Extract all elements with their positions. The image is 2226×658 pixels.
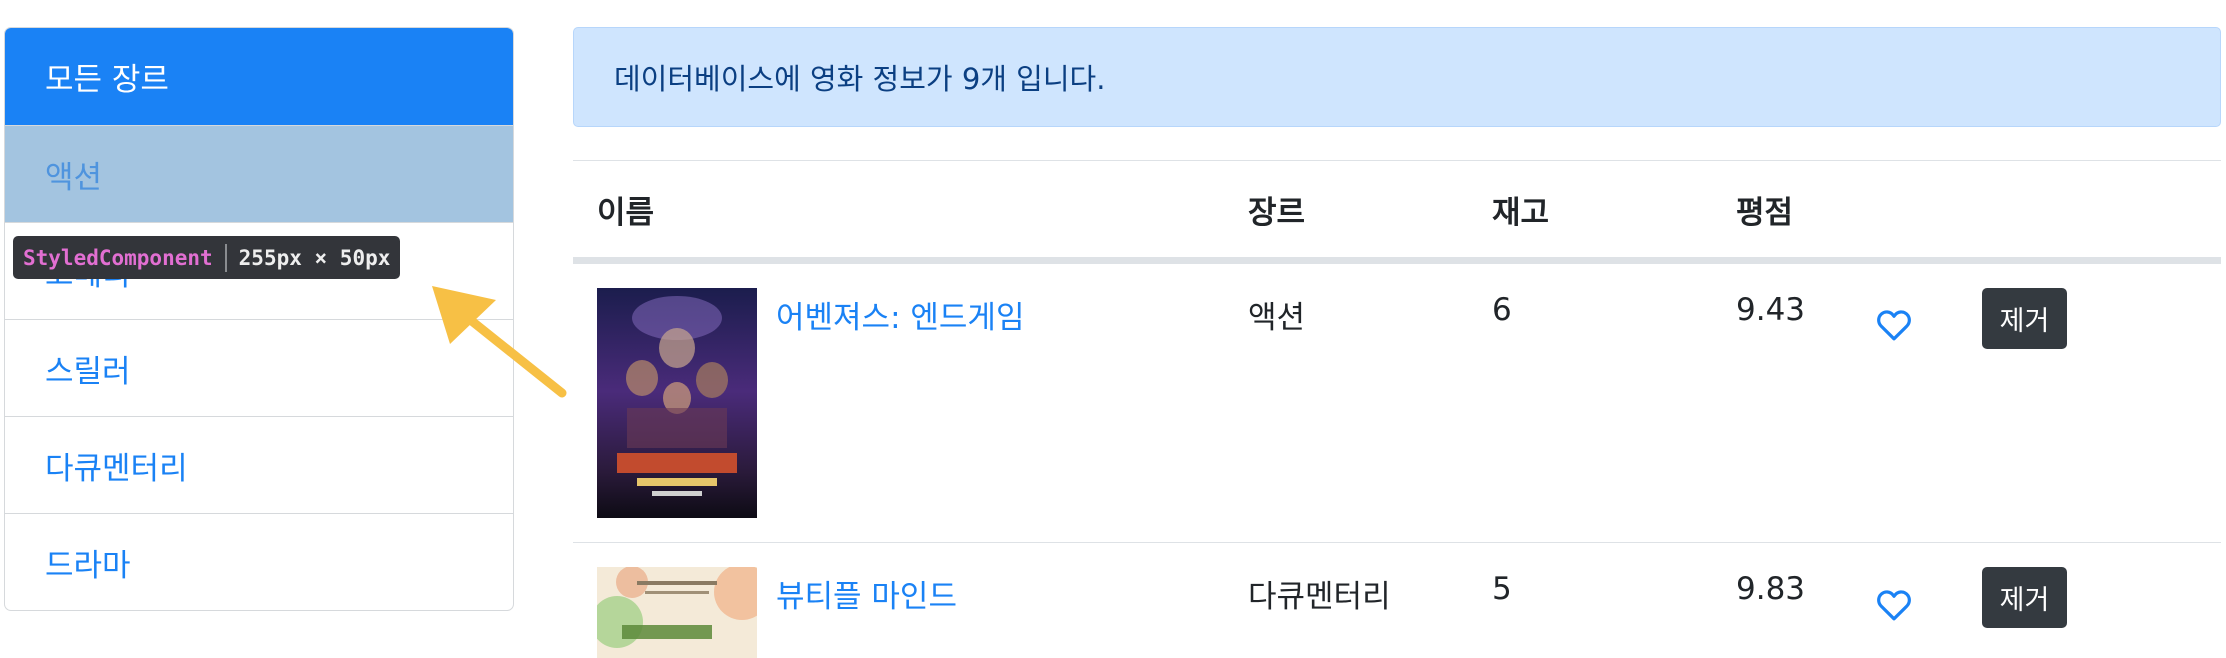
column-header-name[interactable]: 이름 [597, 187, 654, 232]
movie-poster [597, 288, 757, 518]
devtools-inspect-tooltip: StyledComponent 255px × 50px [13, 236, 401, 279]
movie-title-link[interactable]: 뷰티플 마인드 [776, 571, 957, 616]
column-header-rating[interactable]: 평점 [1736, 187, 1793, 232]
movie-genre: 다큐멘터리 [1248, 579, 1391, 615]
genre-item-documentary[interactable]: 다큐멘터리 [5, 416, 513, 513]
movie-rating: 9.43 [1736, 292, 1806, 328]
movie-title-link[interactable]: 어벤져스: 엔드게임 [776, 292, 1024, 337]
remove-button[interactable]: 제거 [1982, 288, 2067, 349]
movie-count-alert: 데이터베이스에 영화 정보가 9개 입니다. [573, 27, 2221, 127]
genre-item-action[interactable]: 액션 [5, 125, 513, 222]
column-header-stock[interactable]: 재고 [1492, 187, 1549, 232]
table-top-border [573, 160, 2221, 161]
genre-item-all[interactable]: 모든 장르 [5, 28, 513, 125]
tooltip-separator [224, 243, 227, 272]
heart-outline-icon[interactable] [1876, 589, 1912, 621]
annotation-arrow-icon [432, 286, 567, 398]
column-header-genre[interactable]: 장르 [1248, 187, 1305, 232]
remove-button[interactable]: 제거 [1982, 567, 2067, 628]
movie-genre: 액션 [1248, 300, 1306, 336]
movie-rating: 9.83 [1736, 571, 1806, 607]
tooltip-size: 255px × 50px [238, 245, 391, 270]
genre-item-drama[interactable]: 드라마 [5, 513, 513, 610]
movie-poster [597, 567, 757, 658]
table-header-border [573, 257, 2221, 264]
tooltip-component-name: StyledComponent [23, 245, 213, 270]
movie-stock: 5 [1492, 571, 1512, 607]
movie-stock: 6 [1492, 292, 1512, 328]
alert-message: 데이터베이스에 영화 정보가 9개 입니다. [614, 62, 1106, 96]
heart-outline-icon[interactable] [1876, 309, 1912, 341]
table-row-divider [573, 542, 2221, 543]
